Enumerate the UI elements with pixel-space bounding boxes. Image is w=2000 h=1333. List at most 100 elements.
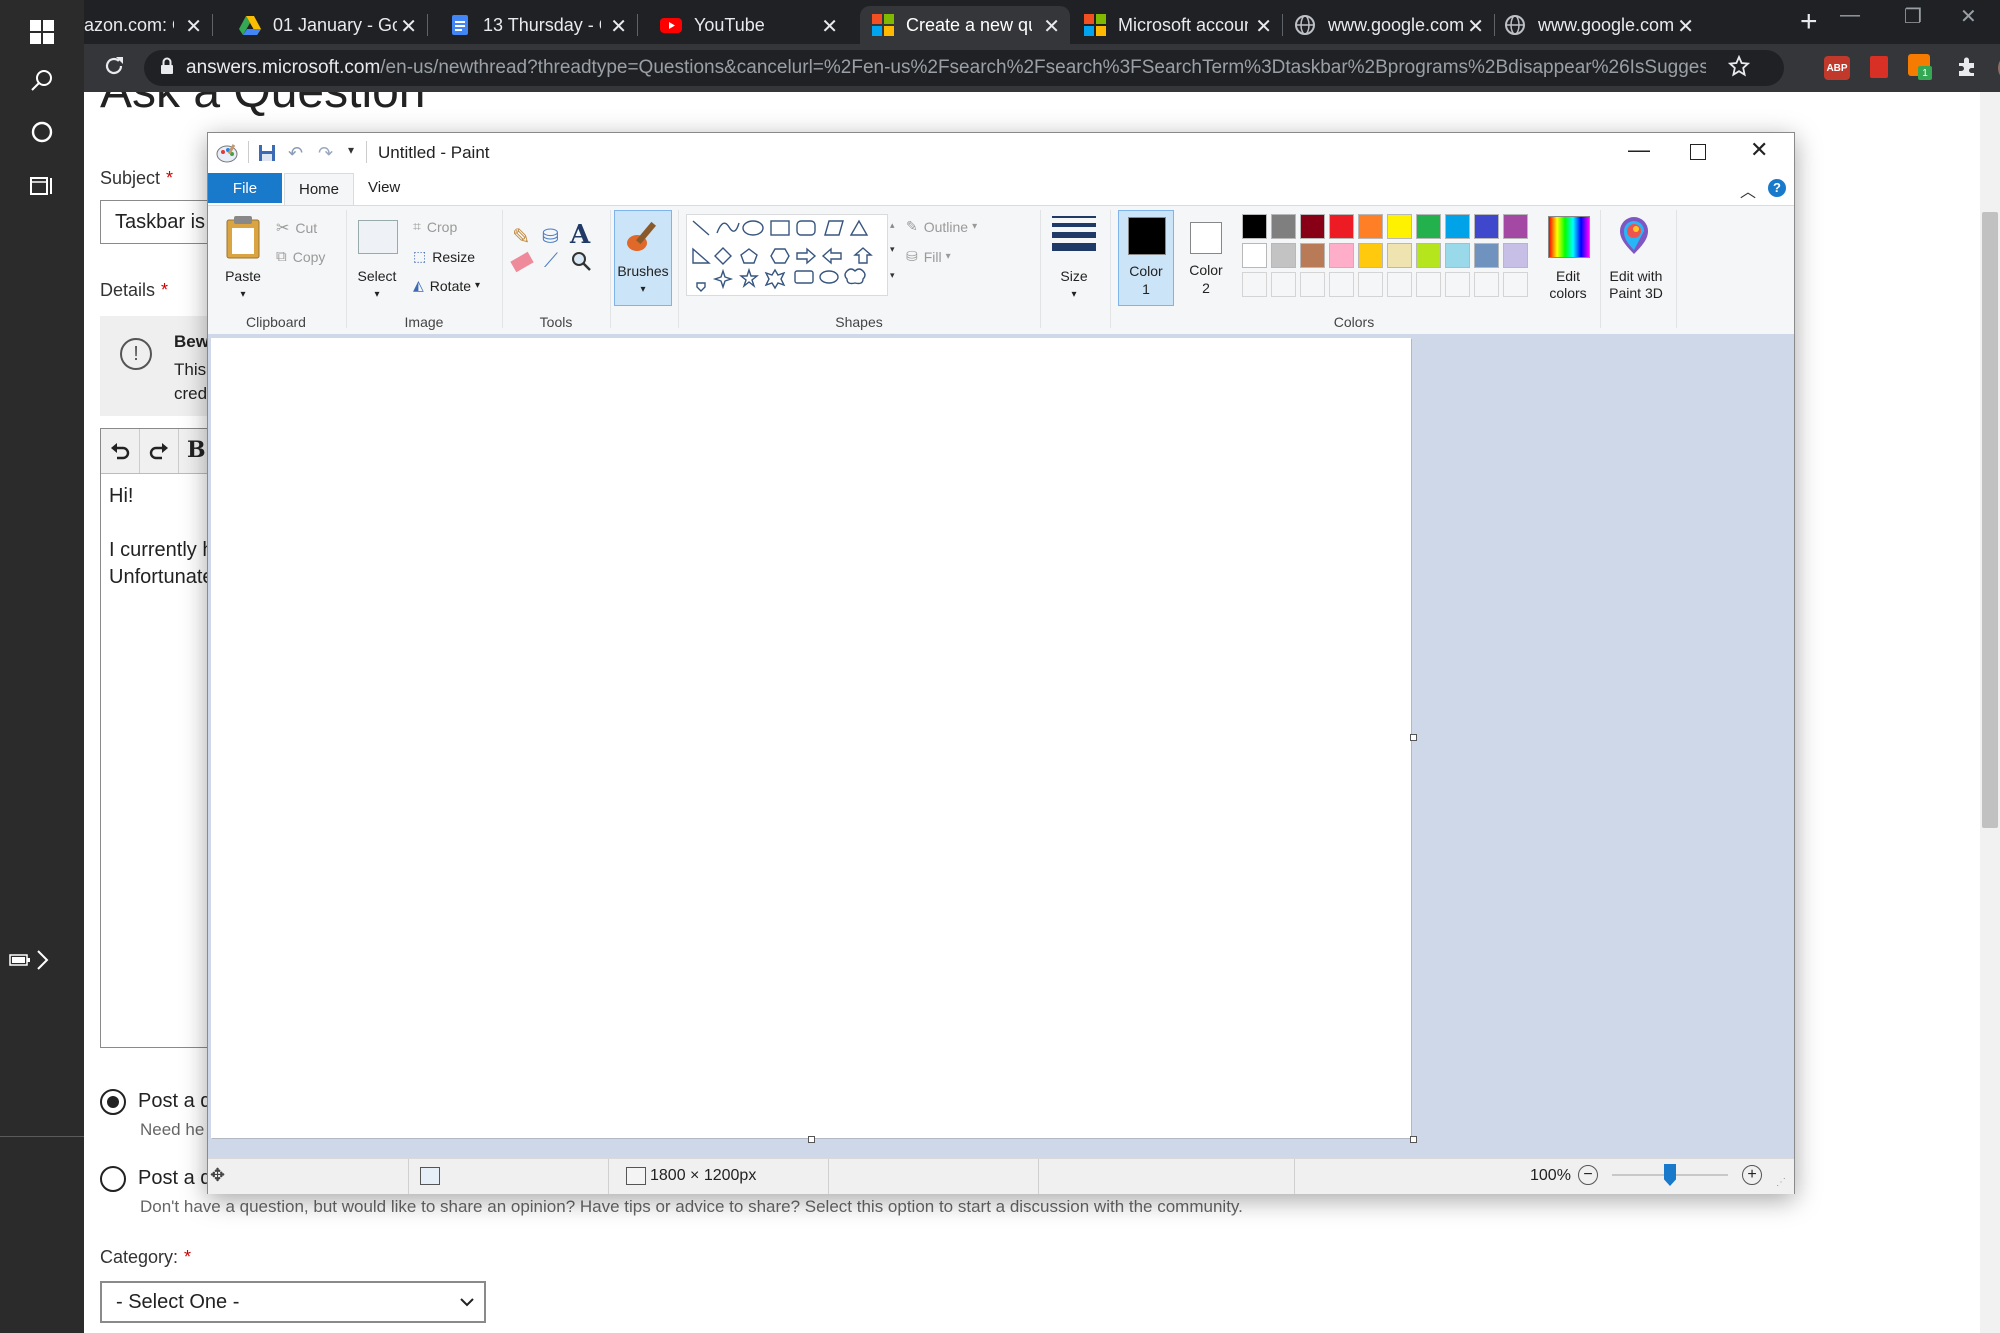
close-icon[interactable]: ✕ (1043, 14, 1060, 39)
close-icon[interactable]: ✕ (1467, 14, 1484, 39)
zoom-slider-thumb[interactable] (1664, 1164, 1676, 1186)
paint-close-button[interactable]: ✕ (1750, 137, 1768, 163)
task-view-icon[interactable] (0, 154, 84, 218)
tab-file[interactable]: File (208, 173, 282, 203)
color2-button[interactable]: Color 2 (1178, 210, 1234, 306)
tab-amazon[interactable]: azon.com: Onl ✕ (84, 6, 213, 44)
color-picker-icon[interactable]: ⟋ (544, 250, 558, 273)
edit-with-paint3d-button[interactable]: Edit with Paint 3D (1600, 268, 1672, 302)
color1-button[interactable]: Color 1 (1118, 210, 1174, 306)
color-swatch[interactable] (1300, 214, 1325, 239)
color-swatch[interactable] (1329, 214, 1354, 239)
custom-color-slot[interactable] (1329, 272, 1354, 297)
post-discussion-radio[interactable] (100, 1166, 126, 1192)
resize-button[interactable]: ⬚ Resize (413, 248, 475, 265)
color-swatch[interactable] (1271, 214, 1296, 239)
address-bar[interactable]: answers.microsoft.com/en-us/newthread?th… (144, 50, 1784, 86)
color-swatch[interactable] (1474, 243, 1499, 268)
adblock-plus-icon[interactable]: ABP (1824, 56, 1850, 80)
chevron-right-icon[interactable] (22, 928, 62, 992)
paint-minimize-button[interactable]: — (1628, 137, 1650, 163)
cut-button[interactable]: ✂ Cut (276, 218, 317, 238)
bookmark-star-icon[interactable] (1727, 54, 1751, 82)
redo-icon[interactable]: ↷ (318, 143, 333, 164)
color-swatch[interactable] (1474, 214, 1499, 239)
custom-color-slot[interactable] (1416, 272, 1441, 297)
zoom-out-button[interactable]: − (1578, 1165, 1598, 1185)
brushes-button[interactable]: Brushes ▾ (614, 210, 672, 306)
color-swatch[interactable] (1358, 214, 1383, 239)
resize-handle-right[interactable] (1410, 734, 1417, 741)
new-tab-button[interactable]: + (1800, 6, 1818, 38)
rainbow-palette-icon[interactable] (1548, 216, 1590, 258)
custom-color-slot[interactable] (1358, 272, 1383, 297)
post-question-radio[interactable] (100, 1089, 126, 1115)
color-swatch[interactable] (1445, 214, 1470, 239)
redo-icon[interactable] (140, 429, 179, 473)
clipboard-icon[interactable] (224, 214, 262, 260)
custom-color-slot[interactable] (1387, 272, 1412, 297)
color-swatch[interactable] (1387, 214, 1412, 239)
pencil-icon[interactable]: ✎ (512, 224, 530, 250)
custom-color-slot[interactable] (1445, 272, 1470, 297)
size-dropdown-icon[interactable]: ▾ (1067, 286, 1081, 303)
outline-button[interactable]: ✎ Outline ▾ (906, 218, 977, 235)
close-icon[interactable]: ✕ (400, 14, 417, 39)
color-swatch[interactable] (1503, 243, 1528, 268)
size-icon[interactable] (1052, 216, 1096, 251)
shapes-more-icon[interactable]: ▾ (890, 270, 895, 281)
minimize-icon[interactable]: — (1840, 4, 1860, 27)
close-icon[interactable]: ✕ (185, 14, 202, 39)
extension-icon[interactable]: 1 (1908, 54, 1932, 80)
bold-button[interactable]: B (187, 437, 206, 463)
select-icon[interactable] (358, 220, 398, 254)
color-swatch[interactable] (1358, 243, 1383, 268)
reload-icon[interactable] (102, 54, 126, 83)
paint-maximize-button[interactable] (1690, 144, 1706, 160)
editor-body[interactable]: Hi! I currently h Unfortunate (109, 483, 214, 591)
shapes-scroll-up-icon[interactable]: ▴ (890, 220, 895, 231)
resize-handle-bottom[interactable] (808, 1136, 815, 1143)
lock-icon[interactable] (160, 57, 174, 80)
shapes-gallery[interactable] (686, 214, 888, 296)
eraser-icon[interactable] (510, 251, 534, 273)
fill-button[interactable]: ⛁ Fill ▾ (906, 248, 951, 265)
paste-dropdown-icon[interactable]: ▾ (236, 286, 250, 303)
crop-button[interactable]: ⌗ Crop (413, 218, 457, 235)
edit-colors-button[interactable]: Edit colors (1538, 268, 1598, 302)
color-swatch[interactable] (1503, 214, 1528, 239)
color-swatch[interactable] (1242, 243, 1267, 268)
collapse-ribbon-icon[interactable]: ︿ (1740, 178, 1756, 202)
rotate-button[interactable]: ◭ Rotate ▾ (413, 277, 480, 294)
paste-button[interactable]: Paste (218, 268, 268, 285)
category-select[interactable]: - Select One - (100, 1281, 486, 1323)
resize-grip-icon[interactable]: ⋰ (1776, 1177, 1786, 1188)
paint-app-icon[interactable] (216, 142, 238, 169)
tab-microsoft-account[interactable]: Microsoft account ✕ (1072, 6, 1283, 44)
tab-google-2[interactable]: www.google.com ✕ (1492, 6, 1704, 44)
custom-color-slot[interactable] (1474, 272, 1499, 297)
tab-view[interactable]: View (368, 179, 400, 196)
save-icon[interactable] (258, 144, 276, 167)
drawing-canvas[interactable] (211, 338, 1411, 1138)
select-button[interactable]: Select (350, 268, 404, 285)
close-window-icon[interactable]: ✕ (1960, 4, 1977, 29)
tab-youtube[interactable]: YouTube ✕ (648, 6, 848, 44)
resize-handle-corner[interactable] (1410, 1136, 1417, 1143)
tab-home[interactable]: Home (284, 173, 354, 205)
close-icon[interactable]: ✕ (1255, 14, 1272, 39)
custom-color-slot[interactable] (1300, 272, 1325, 297)
post-discussion-label[interactable]: Post a d (138, 1167, 211, 1190)
color-swatch[interactable] (1242, 214, 1267, 239)
color-swatch[interactable] (1416, 214, 1441, 239)
post-question-label[interactable]: Post a q (138, 1090, 211, 1113)
copy-button[interactable]: ⧉ Copy (276, 248, 325, 265)
color-swatch[interactable] (1271, 243, 1296, 268)
shapes-scroll-down-icon[interactable]: ▾ (890, 244, 895, 255)
custom-color-slot[interactable] (1242, 272, 1267, 297)
close-icon[interactable]: ✕ (821, 14, 838, 39)
size-button[interactable]: Size (1046, 268, 1102, 285)
puzzle-extensions-icon[interactable] (1956, 56, 1978, 83)
tab-google-drive[interactable]: 01 January - Goog ✕ (227, 6, 428, 44)
color-swatch[interactable] (1329, 243, 1354, 268)
